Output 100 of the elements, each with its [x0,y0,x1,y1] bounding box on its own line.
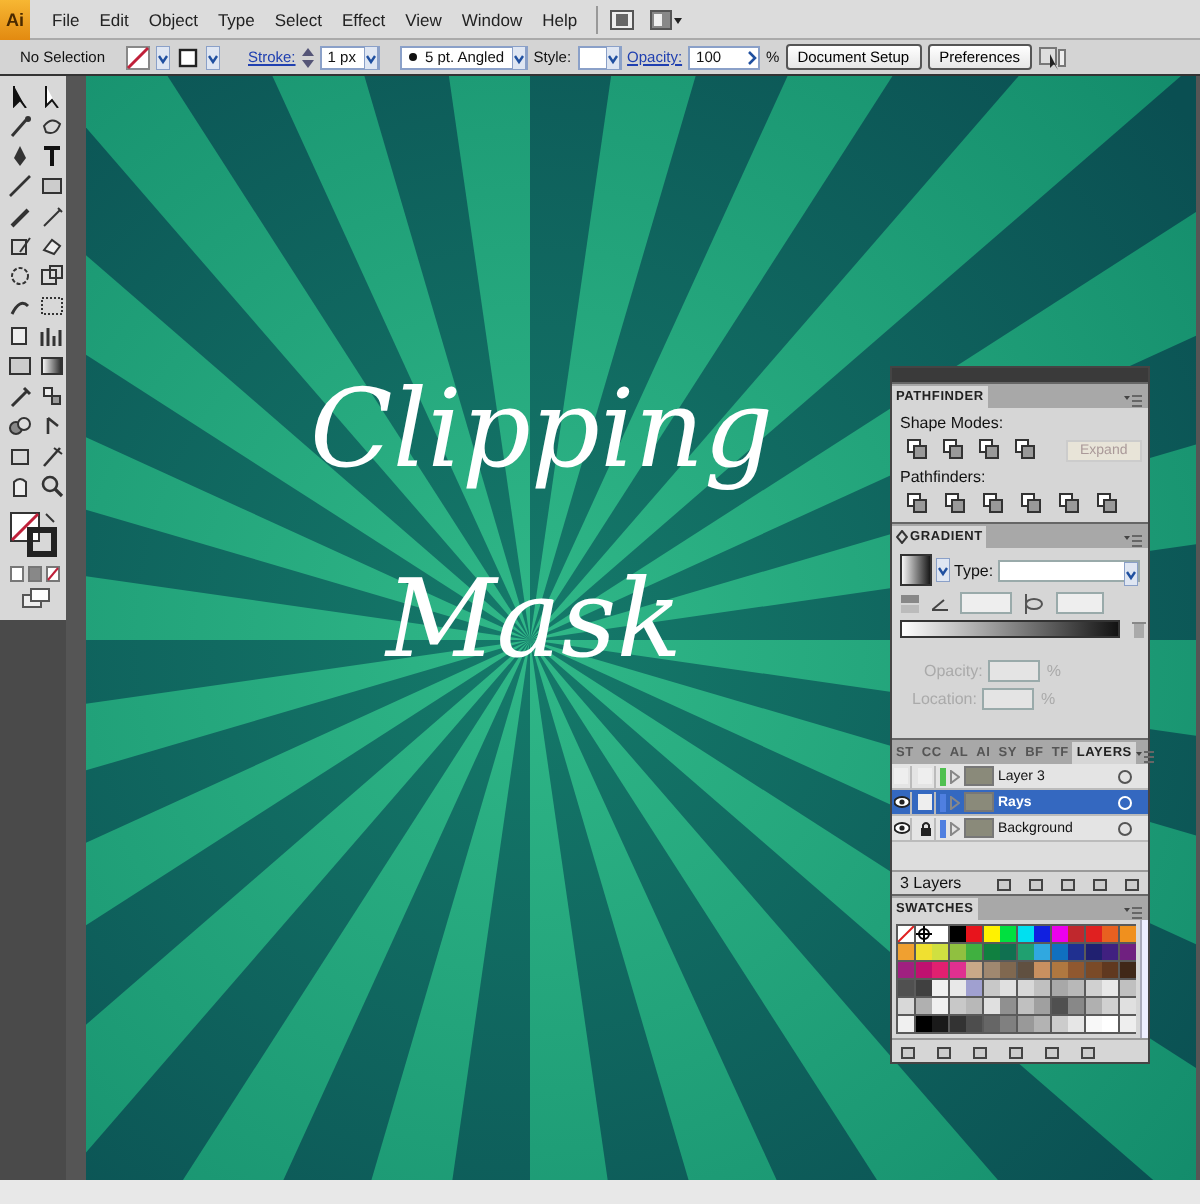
tool-icon[interactable] [40,324,64,348]
color-swatch[interactable] [983,980,999,996]
color-swatch[interactable] [1085,926,1101,942]
color-swatch[interactable] [1102,998,1118,1014]
color-swatch[interactable] [1051,962,1067,978]
color-swatch[interactable] [932,926,948,942]
tool-icon[interactable] [8,234,32,258]
color-swatch[interactable] [915,980,931,996]
tool-icon[interactable] [8,324,32,348]
none-swatch-icon[interactable] [898,926,914,942]
color-swatch[interactable] [1068,998,1084,1014]
color-swatch[interactable] [1102,980,1118,996]
shape-mode-icon[interactable] [942,438,966,462]
menu-item[interactable]: Select [264,9,332,29]
tool-icon[interactable] [8,204,32,228]
type-select[interactable] [997,559,1140,581]
menu-item[interactable]: Object [138,9,208,29]
eye-icon[interactable] [893,822,909,834]
color-swatch[interactable] [949,998,965,1014]
color-swatch[interactable] [898,944,914,960]
panel-menu-icon[interactable] [1124,906,1142,920]
style-select[interactable] [577,45,622,69]
color-swatch[interactable] [983,1016,999,1032]
color-swatch[interactable] [1017,998,1033,1014]
color-swatch[interactable] [1017,1016,1033,1032]
color-swatch[interactable] [1068,944,1084,960]
screen-mode-icon[interactable] [22,588,50,608]
spinner-icon[interactable] [301,47,314,67]
menu-item[interactable]: File [42,9,90,29]
color-swatch[interactable] [983,962,999,978]
visibility-toggle[interactable] [894,768,908,784]
tool-icon[interactable] [40,144,64,168]
color-swatch[interactable] [1068,962,1084,978]
color-swatch[interactable] [1102,926,1118,942]
menu-item[interactable]: Help [532,9,588,29]
tool-icon[interactable] [8,384,32,408]
tool-icon[interactable] [40,114,64,138]
new-sublayer-icon[interactable] [1060,875,1076,891]
shape-mode-icon[interactable] [978,438,1002,462]
color-swatch[interactable] [932,980,948,996]
color-swatch[interactable] [1085,944,1101,960]
color-swatch[interactable] [915,962,931,978]
arrange-icon[interactable] [1038,45,1067,69]
gradient-swatch[interactable] [900,554,932,586]
menu-item[interactable]: Type [207,9,265,29]
tool-icon[interactable] [40,84,64,108]
bridge-icon[interactable] [609,9,634,29]
tool-icon[interactable] [40,354,64,378]
color-swatch[interactable] [1119,944,1135,960]
color-swatch[interactable] [1017,926,1033,942]
tool-icon[interactable] [40,234,64,258]
color-swatch[interactable] [1017,944,1033,960]
tool-icon[interactable] [8,444,32,468]
locate-object-icon[interactable] [996,875,1012,891]
color-swatch[interactable] [1119,998,1135,1014]
show-kinds-icon[interactable] [936,1043,952,1059]
color-swatch[interactable] [966,980,982,996]
tool-icon[interactable] [40,444,64,468]
color-swatch[interactable] [983,998,999,1014]
clipping-mask-icon[interactable] [1028,875,1044,891]
workspace-icon[interactable] [649,9,682,29]
color-swatch[interactable] [898,962,914,978]
color-swatch[interactable] [1000,1016,1016,1032]
color-swatch[interactable] [1034,962,1050,978]
tool-icon[interactable] [8,264,32,288]
color-swatch[interactable] [1000,998,1016,1014]
tool-icon[interactable] [40,264,64,288]
color-swatch[interactable] [1085,980,1101,996]
color-swatch[interactable] [983,926,999,942]
tool-icon[interactable] [8,414,32,438]
color-swatch[interactable] [1017,980,1033,996]
dropdown-arrow-icon[interactable] [206,45,220,69]
panel-menu-icon[interactable] [1124,394,1142,408]
pathfinder-icon[interactable] [1020,492,1044,516]
panel-menu-icon[interactable] [1124,534,1142,548]
color-swatch[interactable] [1102,944,1118,960]
color-swatch[interactable] [949,962,965,978]
tool-icon[interactable] [8,84,32,108]
delete-icon[interactable] [1080,1043,1096,1059]
panel-menu-icon[interactable] [1135,750,1154,764]
color-swatch[interactable] [1119,980,1135,996]
color-swatch[interactable] [1051,1016,1067,1032]
color-swatch[interactable] [949,980,965,996]
gradient-ramp[interactable] [900,620,1120,638]
color-mode-icon[interactable] [10,566,62,582]
eye-icon[interactable] [893,796,909,808]
dropdown-arrow-icon[interactable] [1124,561,1138,585]
menu-item[interactable]: Effect [332,9,396,29]
color-swatch[interactable] [915,944,931,960]
color-swatch[interactable] [1068,1016,1084,1032]
color-swatch[interactable] [1051,926,1067,942]
color-swatch[interactable] [932,944,948,960]
gradient-field[interactable] [988,660,1041,682]
menu-item[interactable]: Window [451,9,533,29]
color-swatch[interactable] [966,962,982,978]
registration-swatch-icon[interactable] [915,926,931,942]
color-swatch[interactable] [1102,962,1118,978]
angle-field[interactable] [960,592,1012,614]
color-swatch[interactable] [1119,1016,1135,1032]
color-swatch[interactable] [983,944,999,960]
